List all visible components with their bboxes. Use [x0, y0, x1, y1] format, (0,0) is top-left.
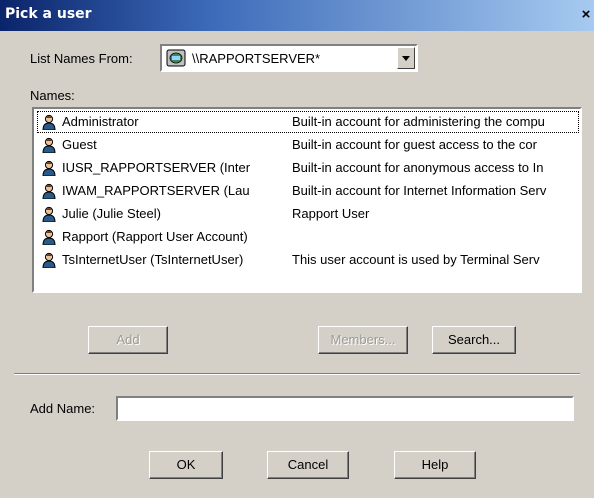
title-bar[interactable]: Pick a user × [0, 0, 594, 31]
names-label: Names: [30, 88, 75, 103]
user-icon [42, 206, 56, 222]
user-description: Built-in account for Internet Informatio… [292, 183, 547, 198]
user-icon [42, 252, 56, 268]
user-description: Rapport User [292, 206, 370, 221]
user-icon [42, 137, 56, 153]
list-item[interactable]: Guest Built-in account for guest access t… [38, 135, 578, 155]
user-icon [42, 229, 56, 245]
user-description: Built-in account for administering the c… [292, 114, 545, 129]
separator [14, 373, 580, 375]
list-names-from-label: List Names From: [30, 51, 133, 66]
list-item[interactable]: Administrator Built-in account for admini… [37, 111, 579, 133]
user-name: IWAM_RAPPORTSERVER (Lau [62, 183, 250, 198]
list-item[interactable]: IWAM_RAPPORTSERVER (Lau Built-in account … [38, 181, 578, 201]
user-name: Julie (Julie Steel) [62, 206, 161, 221]
user-name: TsInternetUser (TsInternetUser) [62, 252, 244, 267]
user-name: IUSR_RAPPORTSERVER (Inter [62, 160, 251, 175]
pick-user-dialog: Pick a user × List Names From: \\RAPPORT… [0, 0, 594, 498]
list-item[interactable]: Rapport (Rapport User Account) [38, 227, 578, 247]
user-description: This user account is used by Terminal Se… [292, 252, 540, 267]
list-names-from-value: \\RAPPORTSERVER* [192, 51, 321, 66]
user-description: Built-in account for anonymous access to… [292, 160, 544, 175]
user-icon [42, 183, 56, 199]
user-name: Guest [62, 137, 97, 152]
close-icon[interactable]: × [578, 5, 594, 25]
cancel-button[interactable]: Cancel [267, 451, 349, 479]
window-title: Pick a user [5, 6, 92, 22]
add-name-label: Add Name: [30, 401, 96, 416]
names-list[interactable]: Administrator Built-in account for admini… [32, 107, 582, 293]
list-item[interactable]: TsInternetUser (TsInternetUser) This user… [38, 250, 578, 270]
list-names-from-select[interactable]: \\RAPPORTSERVER* [160, 44, 418, 72]
list-item[interactable]: IUSR_RAPPORTSERVER (Inter Built-in accoun… [38, 158, 578, 178]
help-button[interactable]: Help [394, 451, 476, 479]
dropdown-arrow-icon[interactable] [397, 47, 415, 69]
list-item[interactable]: Julie (Julie Steel) Rapport User [38, 204, 578, 224]
members-button[interactable]: Members... [318, 326, 408, 354]
user-name: Rapport (Rapport User Account) [62, 229, 248, 244]
user-description: Built-in account for guest access to the… [292, 137, 537, 152]
add-name-input[interactable] [116, 396, 574, 421]
user-icon [42, 114, 56, 130]
server-icon [166, 49, 186, 67]
user-icon [42, 160, 56, 176]
add-button[interactable]: Add [88, 326, 168, 354]
ok-button[interactable]: OK [149, 451, 223, 479]
search-button[interactable]: Search... [432, 326, 516, 354]
user-name: Administrator [62, 114, 139, 129]
